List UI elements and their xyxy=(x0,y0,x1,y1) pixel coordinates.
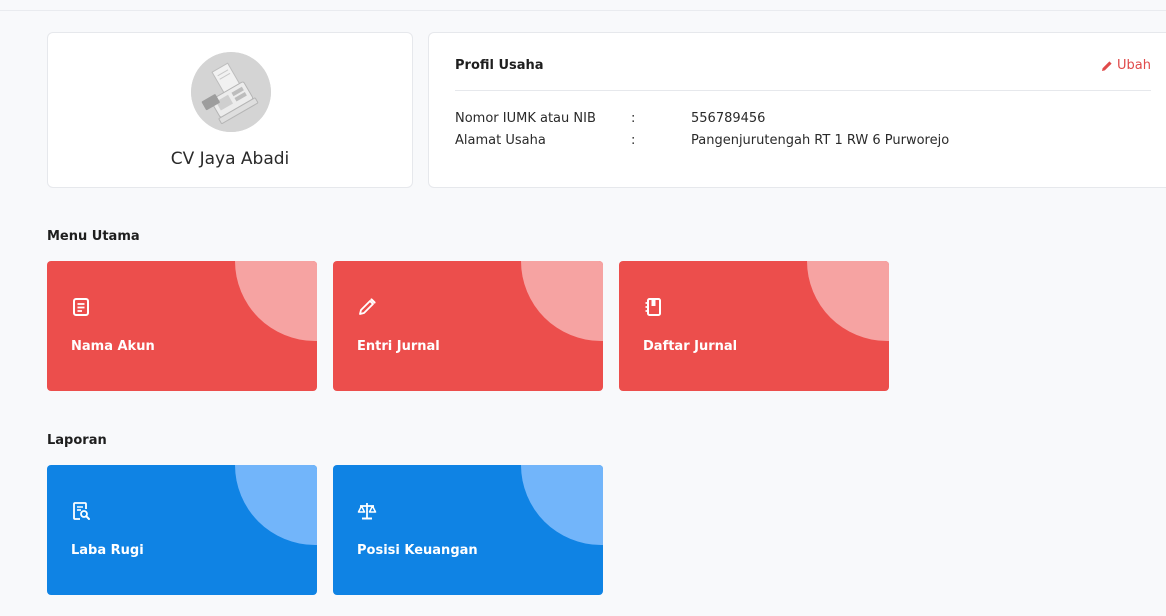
decorative-bubble xyxy=(521,261,603,341)
decorative-bubble xyxy=(235,261,317,341)
info-row-nib: Nomor IUMK atau NIB : 556789456 xyxy=(455,111,765,126)
tile-label: Laba Rugi xyxy=(71,543,144,558)
edit-profile-button[interactable]: Ubah xyxy=(1101,58,1151,73)
info-separator: : xyxy=(631,133,636,148)
business-name: CV Jaya Abadi xyxy=(170,149,290,169)
tile-label: Daftar Jurnal xyxy=(643,339,738,354)
info-label: Alamat Usaha xyxy=(455,133,546,148)
section-title-menu-utama: Menu Utama xyxy=(47,229,140,244)
tile-label: Nama Akun xyxy=(71,339,155,354)
business-info-card: Profil Usaha Ubah Nomor IUMK atau NIB : … xyxy=(428,32,1166,188)
edit-profile-label: Ubah xyxy=(1117,58,1151,73)
top-divider xyxy=(0,10,1166,11)
cashier-machine-icon xyxy=(191,52,271,132)
journal-book-icon xyxy=(645,298,661,316)
pencil-icon xyxy=(359,298,376,315)
tile-daftar-jurnal[interactable]: Daftar Jurnal xyxy=(619,261,889,391)
tile-laba-rugi[interactable]: Laba Rugi xyxy=(47,465,317,595)
tile-nama-akun[interactable]: Nama Akun xyxy=(47,261,317,391)
tile-label: Posisi Keuangan xyxy=(357,543,478,558)
pencil-icon xyxy=(1102,60,1112,71)
report-search-icon xyxy=(73,502,90,520)
document-list-icon xyxy=(73,298,89,316)
tile-posisi-keuangan[interactable]: Posisi Keuangan xyxy=(333,465,603,595)
info-card-title: Profil Usaha xyxy=(455,58,544,73)
section-title-laporan: Laporan xyxy=(47,433,107,448)
info-value: 556789456 xyxy=(691,111,766,126)
info-divider xyxy=(455,90,1151,91)
tile-label: Entri Jurnal xyxy=(357,339,440,354)
balance-scale-icon xyxy=(357,503,377,520)
business-profile-card: CV Jaya Abadi xyxy=(47,32,413,188)
decorative-bubble xyxy=(807,261,889,341)
info-row-address: Alamat Usaha : Pangenjurutengah RT 1 RW … xyxy=(455,133,949,148)
tile-entri-jurnal[interactable]: Entri Jurnal xyxy=(333,261,603,391)
decorative-bubble xyxy=(235,465,317,545)
info-separator: : xyxy=(631,111,636,126)
info-label: Nomor IUMK atau NIB xyxy=(455,111,596,126)
decorative-bubble xyxy=(521,465,603,545)
info-value: Pangenjurutengah RT 1 RW 6 Purworejo xyxy=(691,133,950,148)
